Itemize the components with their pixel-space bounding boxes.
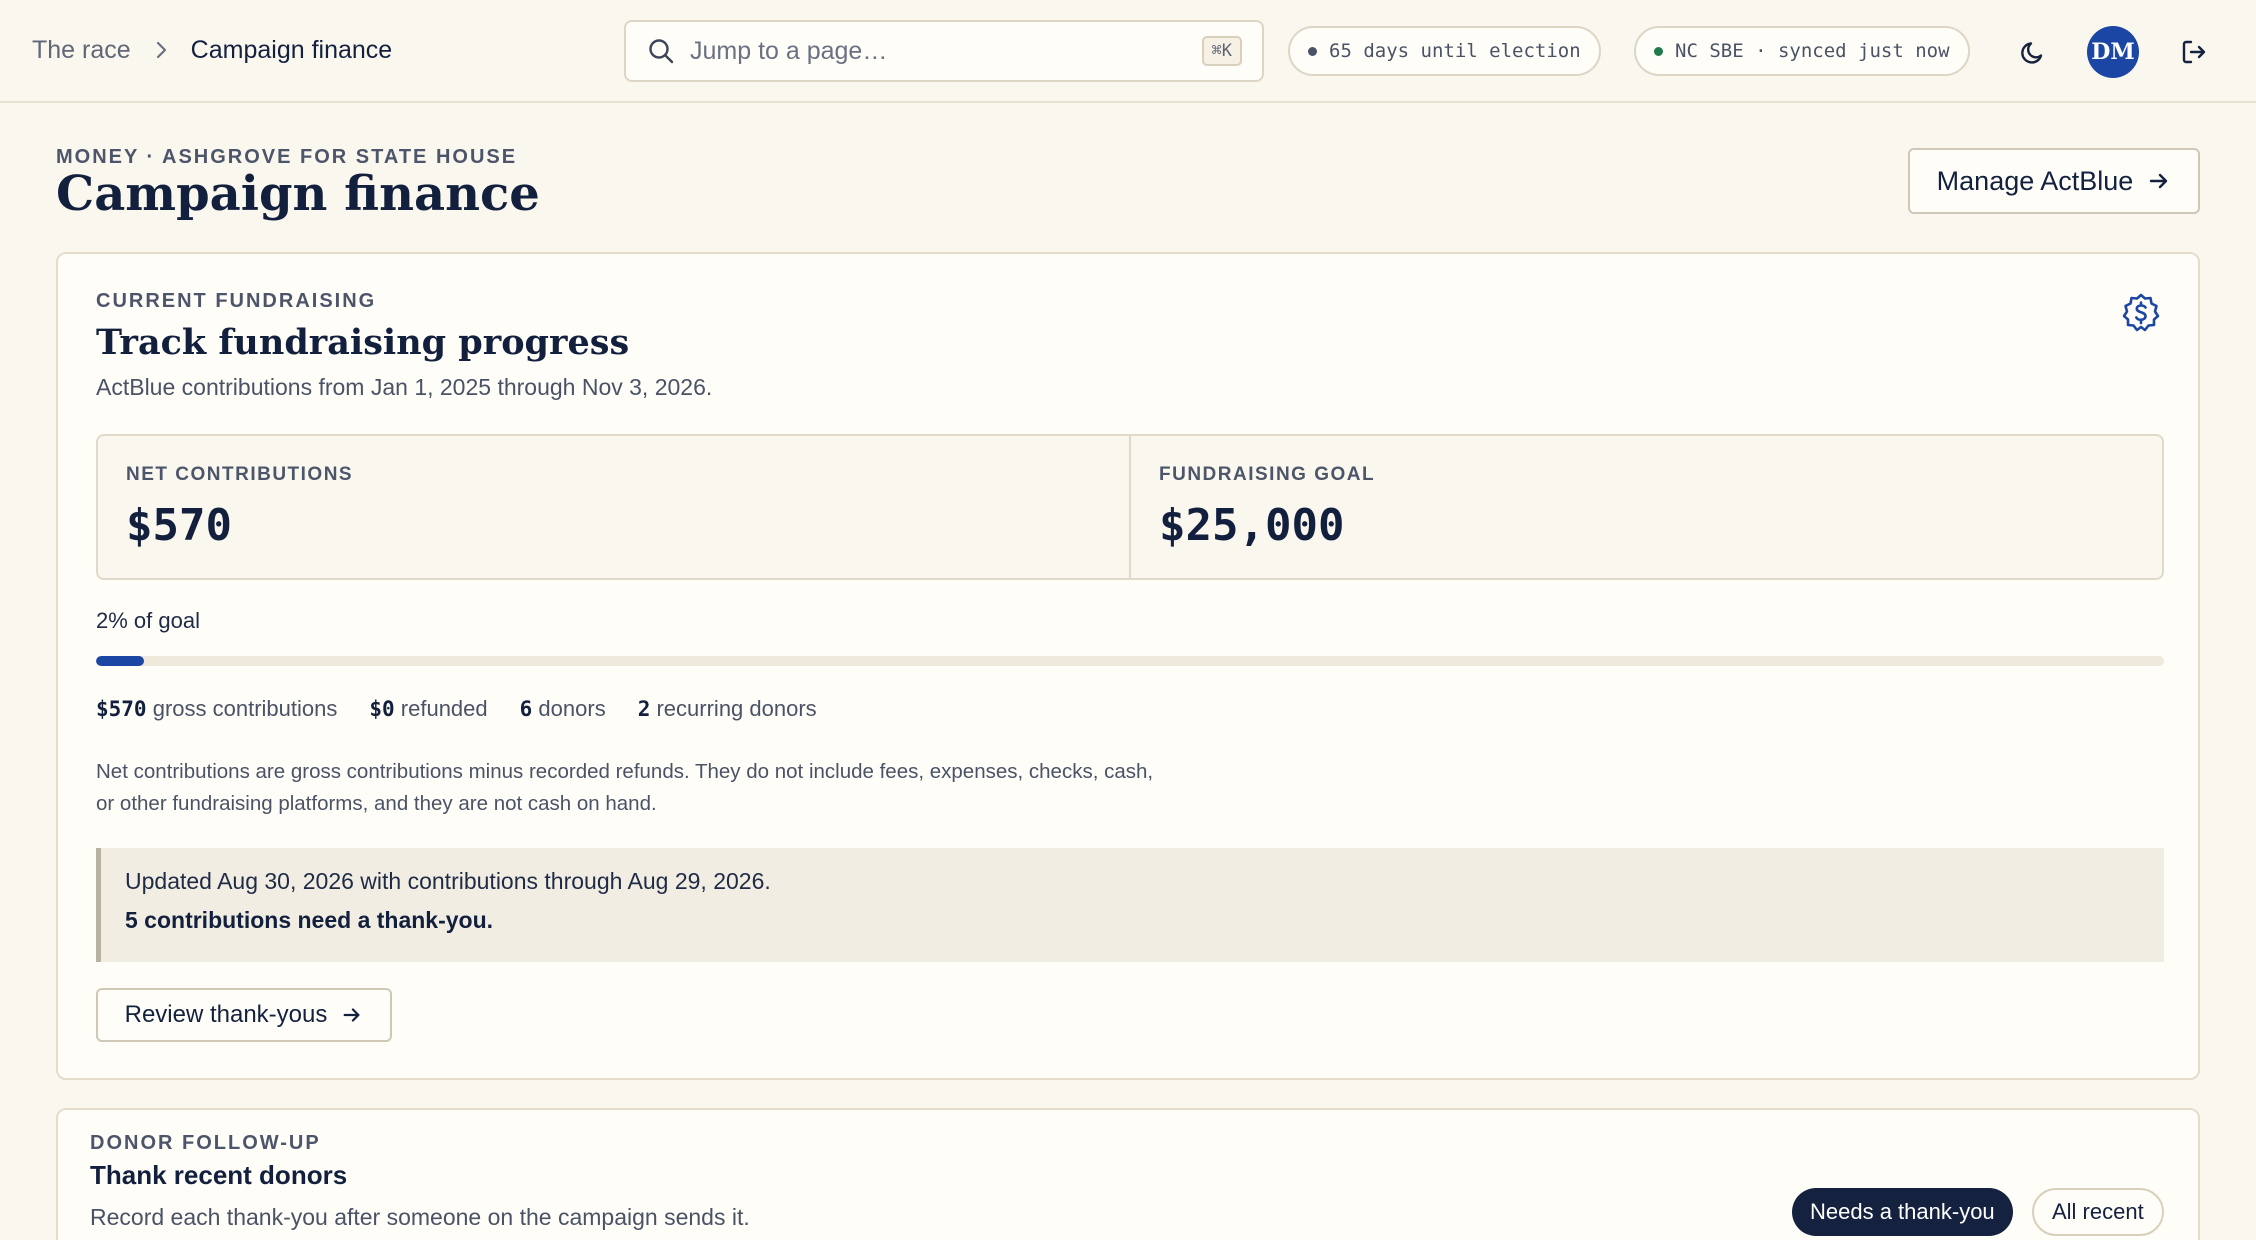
review-thank-yous-label: Review thank-yous [124, 1001, 328, 1028]
thank-you-needed-text: 5 contributions need a thank-you. [125, 907, 494, 933]
gross-contributions-label: gross contributions [152, 696, 338, 721]
search-icon [646, 36, 676, 66]
breadcrumb: The race Campaign finance [32, 0, 392, 100]
refunded-label: refunded [400, 696, 488, 721]
refunded-value: $0 [369, 697, 395, 721]
gross-contributions-value: $570 [96, 697, 147, 721]
fundraising-subtitle: ActBlue contributions from Jan 1, 2025 t… [96, 374, 713, 400]
fundraising-goal-value: $25,000 [1159, 500, 1345, 551]
recurring-donors-metric: 2 recurring donors [638, 696, 817, 722]
fundraising-eyebrow: CURRENT FUNDRAISING [96, 290, 377, 312]
breadcrumb-current: Campaign finance [190, 35, 393, 64]
election-countdown-text: 65 days until election [1329, 40, 1581, 62]
page-title: Campaign finance [56, 166, 540, 222]
followup-subtitle: Record each thank-you after someone on t… [90, 1204, 750, 1230]
logout-button[interactable] [2172, 30, 2216, 74]
refunded-metric: $0 refunded [369, 696, 487, 722]
review-thank-yous-button[interactable]: Review thank-yous [96, 988, 392, 1042]
search-box[interactable]: ⌘K [624, 20, 1264, 82]
fundraising-card: CURRENT FUNDRAISING Track fundraising pr… [56, 252, 2200, 1080]
goal-progress-bar [96, 656, 2164, 666]
fundraising-title: Track fundraising progress [96, 322, 630, 363]
status-dot [1308, 46, 1317, 56]
filter-needs-thank-you[interactable]: Needs a thank-you [1792, 1188, 2013, 1236]
goal-percent-label: 2% of goal [96, 608, 200, 633]
net-contributions-label: NET CONTRIBUTIONS [126, 464, 354, 485]
search-shortcut-badge: ⌘K [1201, 36, 1242, 66]
sync-status-dot [1654, 46, 1663, 56]
sync-status-badge: NC SBE · synced just now [1634, 26, 1970, 76]
donors-metric: 6 donors [520, 696, 606, 722]
fundraising-stats: NET CONTRIBUTIONS $570 FUNDRAISING GOAL … [96, 434, 2164, 580]
top-bar: The race Campaign finance ⌘K 65 days unt… [0, 0, 2256, 103]
dollar-badge-icon [2120, 292, 2162, 334]
moon-icon [2021, 42, 2043, 64]
logout-icon [2182, 40, 2206, 64]
goal-progress-fill [96, 656, 144, 666]
donors-value: 6 [519, 697, 533, 721]
donors-label: donors [538, 696, 606, 721]
contribution-metrics: $570 gross contributions $0 refunded 6 d… [96, 696, 849, 722]
note-line: or other fundraising platforms, and they… [96, 792, 657, 815]
recurring-donors-value: 2 [637, 697, 651, 721]
update-callout: Updated Aug 30, 2026 with contributions … [96, 848, 2164, 962]
filter-all-recent[interactable]: All recent [2032, 1188, 2164, 1236]
net-contributions-value: $570 [126, 500, 232, 551]
avatar[interactable]: DM [2087, 26, 2139, 78]
sync-status-text: NC SBE · synced just now [1675, 40, 1950, 62]
breadcrumb-root-link[interactable]: The race [32, 36, 131, 65]
arrow-right-icon [341, 1004, 363, 1026]
followup-title: Thank recent donors [90, 1160, 348, 1190]
theme-toggle-button[interactable] [2012, 30, 2056, 74]
chevron-right-icon [155, 40, 169, 60]
search-input[interactable] [690, 36, 1202, 66]
recurring-donors-label: recurring donors [656, 696, 817, 721]
election-countdown-badge: 65 days until election [1288, 26, 1601, 76]
manage-actblue-button[interactable]: Manage ActBlue [1908, 148, 2200, 214]
arrow-right-icon [2147, 169, 2171, 193]
note-line: Net contributions are gross contribution… [96, 760, 1154, 783]
fundraising-goal-stat: FUNDRAISING GOAL $25,000 [1129, 436, 2162, 578]
net-contributions-stat: NET CONTRIBUTIONS $570 [98, 436, 1129, 578]
fundraising-goal-label: FUNDRAISING GOAL [1159, 464, 1376, 485]
donor-followup-card: DONOR FOLLOW-UP Thank recent donors Reco… [56, 1108, 2200, 1240]
gross-contributions-metric: $570 gross contributions [96, 696, 337, 722]
net-contributions-note: Net contributions are gross contribution… [96, 756, 1216, 820]
update-text: Updated Aug 30, 2026 with contributions … [125, 868, 771, 894]
manage-actblue-label: Manage ActBlue [1936, 165, 2134, 196]
followup-eyebrow: DONOR FOLLOW-UP [90, 1132, 321, 1154]
